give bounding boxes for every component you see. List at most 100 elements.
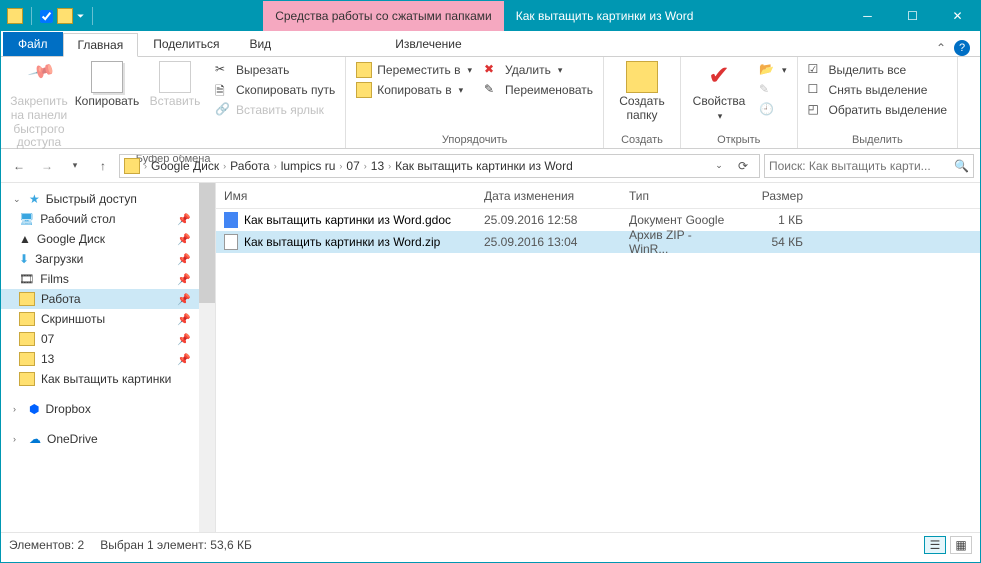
open-button[interactable]: 📂▾ bbox=[755, 61, 791, 79]
properties-icon: ✔ bbox=[703, 61, 735, 93]
group-label-organize: Упорядочить bbox=[352, 133, 597, 148]
tree-gdrive[interactable]: ▲Google Диск📌 bbox=[1, 229, 215, 249]
col-name[interactable]: Имя bbox=[216, 189, 476, 203]
crumb[interactable]: lumpics ru bbox=[281, 159, 336, 173]
paste-button[interactable]: Вставить bbox=[143, 59, 207, 111]
qat-overflow-icon[interactable]: ⏷ bbox=[77, 11, 84, 22]
pin-quick-access-button[interactable]: 📌 Закрепить на панели быстрого доступа bbox=[7, 59, 71, 152]
edit-button[interactable]: ✎ bbox=[755, 81, 791, 99]
new-folder-button[interactable]: Создать папку bbox=[610, 59, 674, 125]
crumb[interactable]: 13 bbox=[371, 159, 384, 173]
cut-button[interactable]: ✂Вырезать bbox=[211, 61, 339, 79]
collapse-ribbon-icon[interactable]: ⌃ bbox=[936, 41, 946, 55]
open-icon: 📂 bbox=[759, 62, 775, 78]
folder-icon bbox=[19, 352, 35, 366]
tree-desktop[interactable]: 🖥Рабочий стол📌 bbox=[1, 209, 215, 229]
col-date[interactable]: Дата изменения bbox=[476, 189, 621, 203]
close-button[interactable]: ✕ bbox=[935, 1, 980, 31]
tab-extract[interactable]: Извлечение bbox=[380, 32, 476, 56]
ribbon: 📌 Закрепить на панели быстрого доступа К… bbox=[1, 57, 980, 149]
chevron-down-icon: ▾ bbox=[782, 65, 787, 76]
folder-icon bbox=[19, 292, 35, 306]
invert-selection-button[interactable]: ◰Обратить выделение bbox=[804, 101, 952, 119]
copy-icon bbox=[91, 61, 123, 93]
tree-quick-access[interactable]: ⌄★Быстрый доступ bbox=[1, 189, 215, 209]
view-icons-button[interactable]: ▦ bbox=[950, 536, 972, 554]
tree-images[interactable]: Как вытащить картинки bbox=[1, 369, 215, 389]
tree-13[interactable]: 13📌 bbox=[1, 349, 215, 369]
tree-films[interactable]: 🎞Films📌 bbox=[1, 269, 215, 289]
copy-button[interactable]: Копировать bbox=[75, 59, 139, 111]
view-details-button[interactable]: ☰ bbox=[924, 536, 946, 554]
chevron-right-icon[interactable]: › bbox=[362, 161, 369, 171]
chevron-down-icon[interactable]: ⌄ bbox=[13, 194, 23, 205]
chevron-down-icon: ▾ bbox=[718, 111, 723, 121]
search-icon[interactable]: 🔍 bbox=[954, 159, 969, 173]
help-icon[interactable]: ? bbox=[954, 40, 970, 56]
quick-access-toolbar: ⏷ bbox=[1, 7, 103, 25]
crumb[interactable]: Как вытащить картинки из Word bbox=[395, 159, 573, 173]
tab-view[interactable]: Вид bbox=[234, 32, 286, 56]
back-button[interactable]: ← bbox=[7, 154, 31, 178]
file-row[interactable]: Как вытащить картинки из Word.gdoc 25.09… bbox=[216, 209, 980, 231]
copy-to-button[interactable]: Копировать в▾ bbox=[352, 81, 476, 99]
scrollbar-thumb[interactable] bbox=[199, 183, 215, 303]
search-input[interactable] bbox=[769, 159, 954, 173]
recent-dropdown[interactable]: ▾ bbox=[63, 154, 87, 178]
move-to-button[interactable]: Переместить в▾ bbox=[352, 61, 476, 79]
tree-onedrive[interactable]: ›☁OneDrive bbox=[1, 429, 215, 449]
rename-button[interactable]: ✎Переименовать bbox=[480, 81, 597, 99]
chevron-right-icon[interactable]: › bbox=[337, 161, 344, 171]
chevron-right-icon[interactable]: › bbox=[386, 161, 393, 171]
folder-icon bbox=[19, 372, 35, 386]
tab-share[interactable]: Поделиться bbox=[138, 32, 234, 56]
copy-path-button[interactable]: 🗎Скопировать путь bbox=[211, 81, 339, 99]
tree-work[interactable]: Работа📌 bbox=[1, 289, 215, 309]
crumb[interactable]: Работа bbox=[230, 159, 270, 173]
maximize-button[interactable]: ☐ bbox=[890, 1, 935, 31]
tab-file[interactable]: Файл bbox=[3, 32, 63, 56]
tree-scrollbar[interactable] bbox=[199, 183, 215, 532]
tree-dropbox[interactable]: ›⬢Dropbox bbox=[1, 399, 215, 419]
search-box[interactable]: 🔍 bbox=[764, 154, 974, 178]
select-all-button[interactable]: ☑Выделить все bbox=[804, 61, 952, 79]
copy-to-icon bbox=[356, 82, 372, 98]
address-bar[interactable]: › Google Диск› Работа› lumpics ru› 07› 1… bbox=[119, 154, 760, 178]
film-icon: 🎞 bbox=[19, 272, 34, 286]
pin-icon: 📌 bbox=[177, 213, 191, 226]
chevron-right-icon[interactable]: › bbox=[13, 404, 23, 414]
minimize-button[interactable]: ─ bbox=[845, 1, 890, 31]
col-size[interactable]: Размер bbox=[741, 189, 811, 203]
refresh-button[interactable]: ⟳ bbox=[731, 155, 755, 177]
qat-checkbox[interactable] bbox=[40, 10, 53, 23]
folder-icon bbox=[19, 312, 35, 326]
pin-icon: 📌 bbox=[177, 233, 191, 246]
select-none-button[interactable]: ☐Снять выделение bbox=[804, 81, 952, 99]
window-title: Как вытащить картинки из Word bbox=[504, 9, 845, 23]
crumb[interactable]: 07 bbox=[346, 159, 359, 173]
chevron-right-icon[interactable]: › bbox=[272, 161, 279, 171]
tree-downloads[interactable]: ⬇Загрузки📌 bbox=[1, 249, 215, 269]
properties-button[interactable]: ✔ Свойства▾ bbox=[687, 59, 751, 123]
file-row[interactable]: Как вытащить картинки из Word.zip 25.09.… bbox=[216, 231, 980, 253]
tree-07[interactable]: 07📌 bbox=[1, 329, 215, 349]
pin-icon: 📌 bbox=[177, 293, 191, 306]
folder-icon bbox=[7, 8, 23, 24]
chevron-right-icon[interactable]: › bbox=[13, 434, 23, 444]
tree-screenshots[interactable]: Скриншоты📌 bbox=[1, 309, 215, 329]
new-folder-icon bbox=[626, 61, 658, 93]
forward-button[interactable]: → bbox=[35, 154, 59, 178]
paste-shortcut-button[interactable]: 🔗Вставить ярлык bbox=[211, 101, 339, 119]
address-dropdown[interactable]: ⌄ bbox=[707, 155, 731, 177]
chevron-down-icon: ▾ bbox=[459, 85, 464, 96]
crumb[interactable]: Google Диск bbox=[151, 159, 219, 173]
tab-home[interactable]: Главная bbox=[63, 33, 139, 57]
chevron-right-icon[interactable]: › bbox=[221, 161, 228, 171]
col-type[interactable]: Тип bbox=[621, 189, 741, 203]
download-icon: ⬇ bbox=[19, 252, 29, 266]
chevron-right-icon[interactable]: › bbox=[142, 161, 149, 171]
history-button[interactable]: 🕘 bbox=[755, 101, 791, 119]
edit-icon: ✎ bbox=[759, 82, 775, 98]
delete-button[interactable]: ✖Удалить▾ bbox=[480, 61, 597, 79]
up-button[interactable]: ↑ bbox=[91, 154, 115, 178]
